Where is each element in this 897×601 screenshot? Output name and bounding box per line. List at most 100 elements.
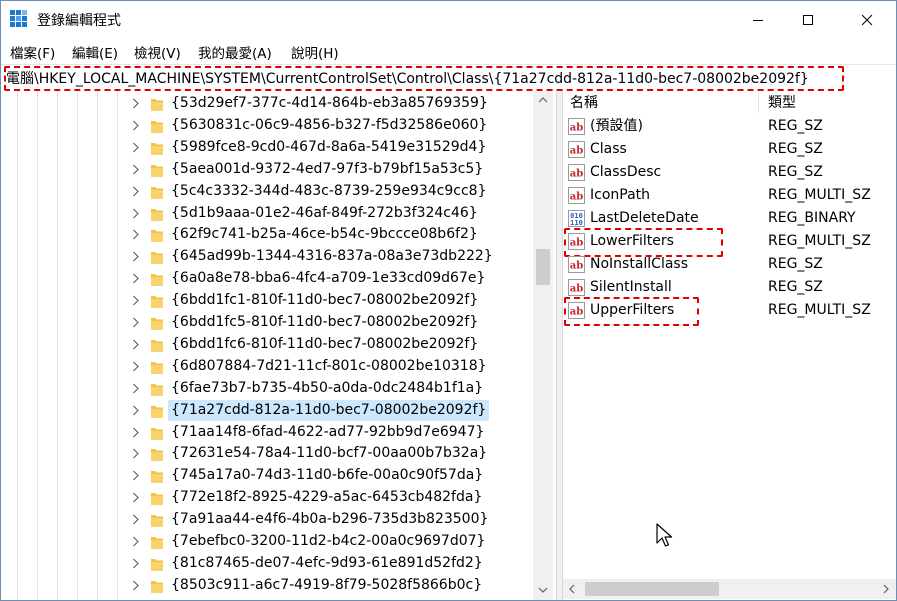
expand-chevron-icon[interactable] — [132, 470, 139, 481]
column-separator[interactable] — [758, 93, 759, 113]
tree-key[interactable]: {5c4c3332-344d-483c-8739-259e934c9cc8} — [1, 181, 531, 203]
tree-key[interactable]: {8503c911-a6c7-4919-8f79-5028f5866b0c} — [1, 575, 531, 597]
value-row-class[interactable]: ab Class REG_SZ — [563, 138, 896, 161]
expand-chevron-icon[interactable] — [132, 142, 139, 153]
expand-chevron-icon[interactable] — [132, 405, 139, 416]
value-name[interactable]: ClassDesc — [590, 161, 661, 184]
tree-key[interactable]: {62f9c741-b25a-46ce-b54c-9bccce08b6f2} — [1, 224, 531, 246]
expand-chevron-icon[interactable] — [132, 558, 139, 569]
value-row-noinstallclass[interactable]: ab NoInstallClass REG_SZ — [563, 253, 896, 276]
title-bar[interactable]: 登錄編輯程式 — [1, 1, 896, 38]
tree-key[interactable]: {5aea001d-9372-4ed7-97f3-b79bf15a53c5} — [1, 159, 531, 181]
tree-vertical-scrollbar[interactable] — [533, 91, 553, 600]
value-row-silentinstall[interactable]: ab SilentInstall REG_SZ — [563, 276, 896, 299]
tree-key-label[interactable]: {7ebefbc0-3200-11d2-b4c2-00a0c9697d07} — [168, 531, 488, 552]
tree-key[interactable]: {6d807884-7d21-11cf-801c-08002be10318} — [1, 356, 531, 378]
scroll-left-arrow-icon[interactable] — [569, 584, 575, 594]
address-bar[interactable]: 電腦\HKEY_LOCAL_MACHINE\SYSTEM\CurrentCont… — [1, 64, 896, 92]
tree-key[interactable]: {745a17a0-74d3-11d0-b6fe-00a0c90f57da} — [1, 465, 531, 487]
value-row-[interactable]: ab (預設值) REG_SZ — [563, 115, 896, 138]
expand-chevron-icon[interactable] — [132, 229, 139, 240]
value-name[interactable]: Class — [590, 138, 627, 161]
minimize-button[interactable] — [735, 1, 781, 38]
expand-chevron-icon[interactable] — [132, 536, 139, 547]
tree-key-label[interactable]: {6a0a8e78-bba6-4fc4-a709-1e33cd09d67e} — [168, 268, 488, 289]
maximize-button[interactable] — [785, 1, 831, 38]
menu-file[interactable]: 檔案(F) — [10, 42, 55, 62]
value-row-iconpath[interactable]: ab IconPath REG_MULTI_SZ — [563, 184, 896, 207]
value-name[interactable]: SilentInstall — [590, 276, 672, 299]
expand-chevron-icon[interactable] — [132, 580, 139, 591]
tree-key[interactable]: {772e18f2-8925-4229-a5ac-6453cb482fda} — [1, 487, 531, 509]
list-scroll-thumb[interactable] — [585, 582, 719, 596]
tree-key[interactable]: {6bdd1fc5-810f-11d0-bec7-08002be2092f} — [1, 312, 531, 334]
value-name[interactable]: (預設值) — [590, 115, 643, 138]
tree-key-label[interactable]: {72631e54-78a4-11d0-bcf7-00aa00b7b32a} — [168, 443, 490, 464]
expand-chevron-icon[interactable] — [132, 273, 139, 284]
scroll-right-arrow-icon[interactable] — [883, 584, 889, 594]
expand-chevron-icon[interactable] — [132, 361, 139, 372]
menu-edit[interactable]: 編輯(E) — [72, 42, 118, 62]
expand-chevron-icon[interactable] — [132, 448, 139, 459]
tree-key-label[interactable]: {645ad99b-1344-4316-837a-08a3e73db222} — [168, 246, 496, 267]
tree-key-label[interactable]: {6fae73b7-b735-4b50-a0da-0dc2484b1f1a} — [168, 378, 486, 399]
tree-key[interactable]: {81c87465-de07-4efc-9d93-61e891d52fd2} — [1, 553, 531, 575]
expand-chevron-icon[interactable] — [132, 120, 139, 131]
tree-key-label[interactable]: {62f9c741-b25a-46ce-b54c-9bccce08b6f2} — [168, 224, 481, 245]
tree-key[interactable]: {6a0a8e78-bba6-4fc4-a709-1e33cd09d67e} — [1, 268, 531, 290]
expand-chevron-icon[interactable] — [132, 514, 139, 525]
tree-key[interactable]: {72631e54-78a4-11d0-bcf7-00aa00b7b32a} — [1, 443, 531, 465]
value-row-lastdeletedate[interactable]: 010 110 LastDeleteDate REG_BINARY — [563, 207, 896, 230]
tree-key-label[interactable]: {8503c911-a6c7-4919-8f79-5028f5866b0c} — [168, 575, 485, 596]
expand-chevron-icon[interactable] — [132, 98, 139, 109]
pane-splitter[interactable] — [556, 91, 563, 600]
expand-chevron-icon[interactable] — [132, 427, 139, 438]
tree-key[interactable]: {7a91aa44-e4f6-4b0a-b296-735d3b823500} — [1, 509, 531, 531]
column-header-name[interactable]: 名稱 — [570, 91, 598, 115]
menu-help[interactable]: 說明(H) — [291, 42, 339, 62]
tree-key-label[interactable]: {6d807884-7d21-11cf-801c-08002be10318} — [168, 356, 490, 377]
tree-key-label[interactable]: {71aa14f8-6fad-4622-ad77-92bb9d7e6947} — [168, 422, 487, 443]
menu-view[interactable]: 檢視(V) — [134, 42, 181, 62]
tree-key-label[interactable]: {5c4c3332-344d-483c-8739-259e934c9cc8} — [168, 181, 489, 202]
tree-key[interactable]: {53d29ef7-377c-4d14-864b-eb3a85769359} — [1, 93, 531, 115]
scroll-up-arrow-icon[interactable] — [538, 97, 548, 103]
tree-key-label[interactable]: {7a91aa44-e4f6-4b0a-b296-735d3b823500} — [168, 509, 491, 530]
column-header-type[interactable]: 類型 — [768, 91, 796, 115]
expand-chevron-icon[interactable] — [132, 186, 139, 197]
tree-key[interactable]: {5d1b9aaa-01e2-46af-849f-272b3f324c46} — [1, 203, 531, 225]
tree-key[interactable]: {6fae73b7-b735-4b50-a0da-0dc2484b1f1a} — [1, 378, 531, 400]
expand-chevron-icon[interactable] — [132, 164, 139, 175]
tree-key-label[interactable]: {5aea001d-9372-4ed7-97f3-b79bf15a53c5} — [168, 159, 486, 180]
expand-chevron-icon[interactable] — [132, 208, 139, 219]
close-button[interactable] — [844, 1, 890, 38]
key-tree[interactable]: {53d29ef7-377c-4d14-864b-eb3a85769359} {5… — [1, 91, 555, 600]
expand-chevron-icon[interactable] — [132, 251, 139, 262]
tree-key-selected[interactable]: {71a27cdd-812a-11d0-bec7-08002be2092f} — [1, 399, 531, 422]
tree-key-label[interactable]: {71a27cdd-812a-11d0-bec7-08002be2092f} — [168, 399, 490, 421]
tree-key[interactable]: {5989fce8-9cd0-467d-8a6a-5419e31529d4} — [1, 137, 531, 159]
tree-scroll-thumb[interactable] — [536, 249, 550, 285]
menu-favorites[interactable]: 我的最愛(A) — [198, 42, 272, 62]
tree-key[interactable]: {5630831c-06c9-4856-b327-f5d32586e060} — [1, 115, 531, 137]
tree-key-label[interactable]: {81c87465-de07-4efc-9d93-61e891d52fd2} — [168, 553, 486, 574]
value-row-classdesc[interactable]: ab ClassDesc REG_SZ — [563, 161, 896, 184]
tree-key[interactable]: {7ebefbc0-3200-11d2-b4c2-00a0c9697d07} — [1, 531, 531, 553]
tree-key-label[interactable]: {5630831c-06c9-4856-b327-f5d32586e060} — [168, 115, 490, 136]
tree-key[interactable]: {6bdd1fc1-810f-11d0-bec7-08002be2092f} — [1, 290, 531, 312]
expand-chevron-icon[interactable] — [132, 295, 139, 306]
tree-key-label[interactable]: {5989fce8-9cd0-467d-8a6a-5419e31529d4} — [168, 137, 489, 158]
value-name[interactable]: LastDeleteDate — [590, 207, 699, 230]
tree-key-label[interactable]: {6bdd1fc6-810f-11d0-bec7-08002be2092f} — [168, 334, 481, 355]
value-name[interactable]: NoInstallClass — [590, 253, 688, 276]
expand-chevron-icon[interactable] — [132, 492, 139, 503]
value-list[interactable]: 名稱 類型 ab (預設值) REG_SZ ab Class REG_SZ ab ClassD… — [563, 91, 896, 600]
tree-key-label[interactable]: {5d1b9aaa-01e2-46af-849f-272b3f324c46} — [168, 203, 481, 224]
tree-key[interactable]: {6bdd1fc6-810f-11d0-bec7-08002be2092f} — [1, 334, 531, 356]
value-name[interactable]: IconPath — [590, 184, 650, 207]
tree-key[interactable]: {71aa14f8-6fad-4622-ad77-92bb9d7e6947} — [1, 422, 531, 444]
expand-chevron-icon[interactable] — [132, 383, 139, 394]
expand-chevron-icon[interactable] — [132, 339, 139, 350]
tree-key-label[interactable]: {6bdd1fc5-810f-11d0-bec7-08002be2092f} — [168, 312, 481, 333]
list-horizontal-scrollbar[interactable] — [563, 579, 896, 599]
